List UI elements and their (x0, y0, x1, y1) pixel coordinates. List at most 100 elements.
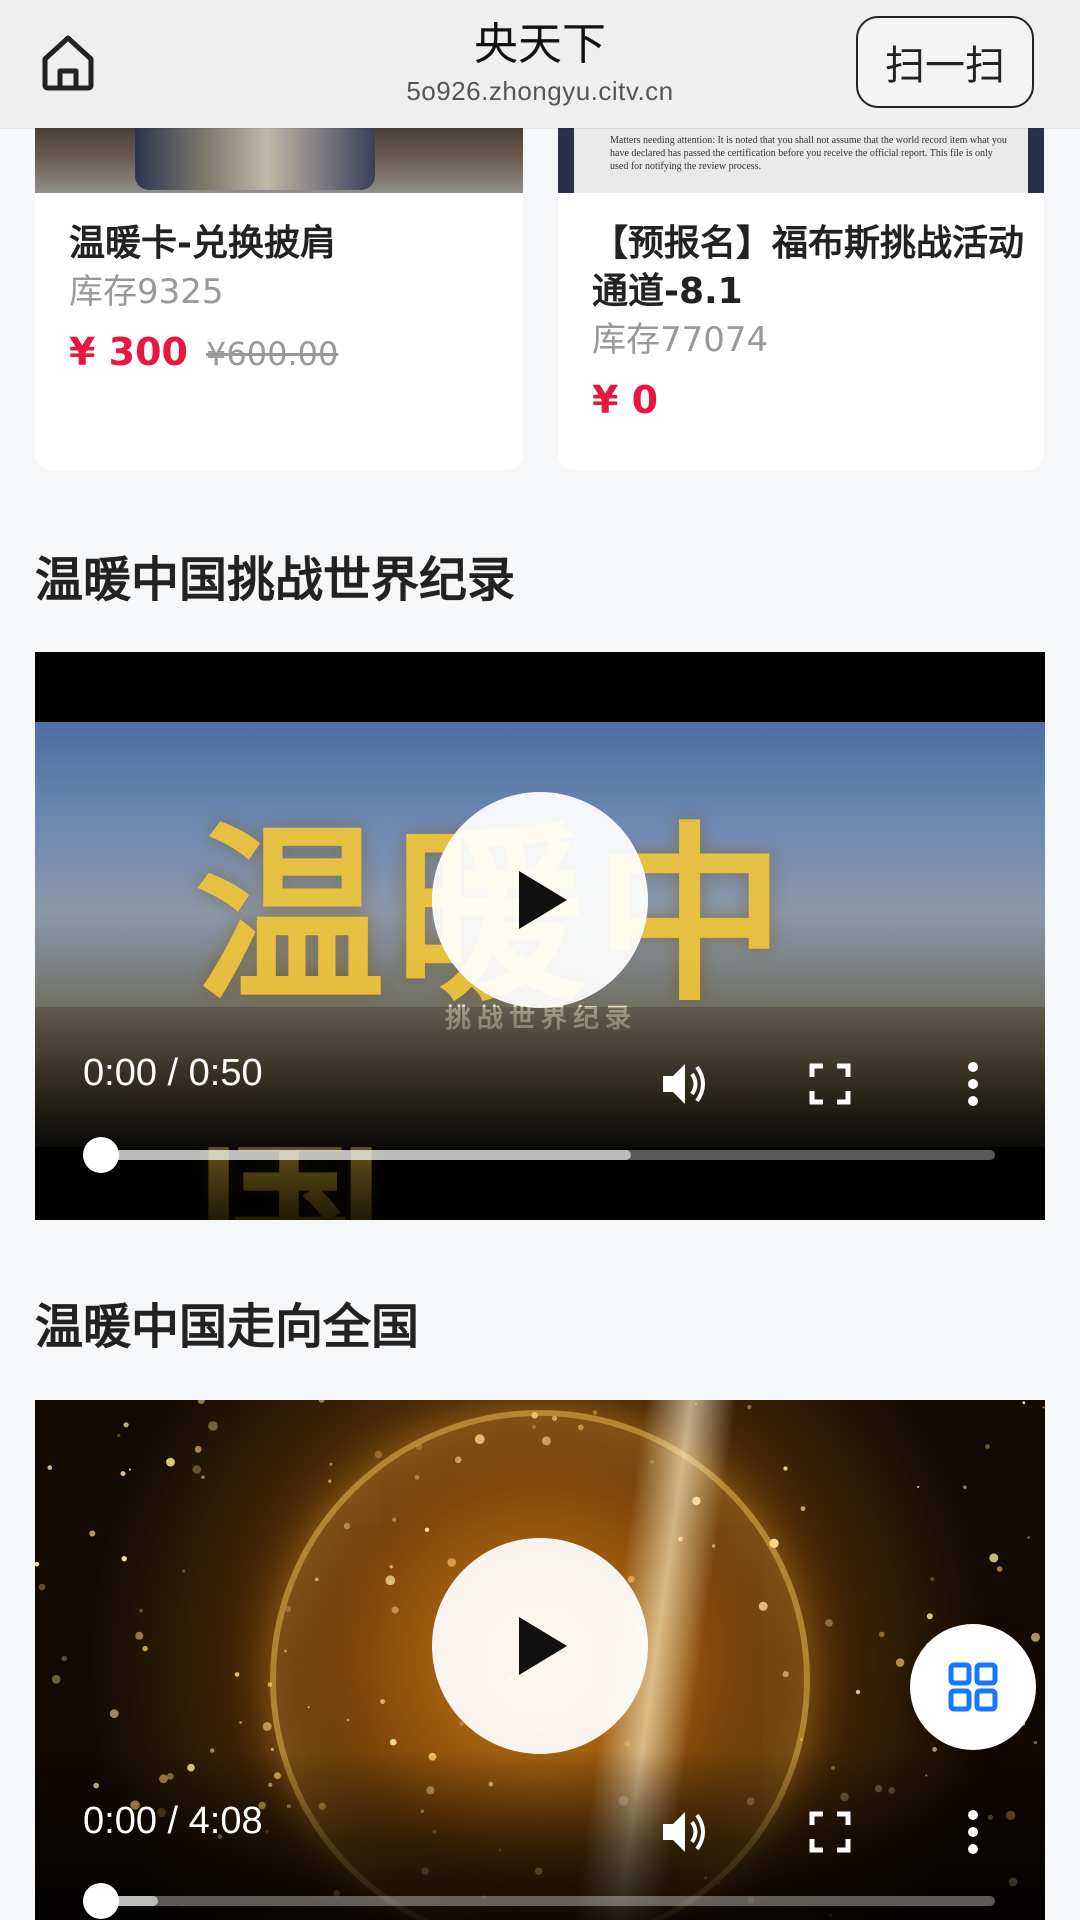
sparkle-dot (329, 1462, 333, 1466)
video-progress-bar[interactable] (83, 1137, 995, 1173)
sparkle-dot (989, 1553, 999, 1563)
header-title-group: 央天下 5o926.zhongyu.citv.cn (240, 16, 840, 108)
sparkle-dot (38, 1583, 46, 1591)
sparkle-dot (121, 1556, 127, 1562)
product-stock: 库存77074 (592, 320, 769, 360)
sparkle-dot (328, 1479, 332, 1483)
sparkle-dot (1031, 1632, 1040, 1642)
progress-thumb[interactable] (83, 1883, 119, 1919)
sparkle-dot (194, 1445, 202, 1453)
sparkle-dot (917, 1485, 920, 1488)
sparkle-dot (109, 1709, 119, 1718)
play-button[interactable] (432, 792, 648, 1008)
sparkle-dot (208, 1421, 218, 1431)
sparkle-dot (1022, 1401, 1026, 1405)
sparkle-dot (985, 1444, 990, 1449)
video-player[interactable]: 温暖中国 挑战世界纪录 0:00 / 0:50 (35, 652, 1045, 1220)
sparkle-dot (747, 1405, 752, 1409)
sparkle-dot (374, 1450, 383, 1459)
product-original-price: ¥600.00 (206, 335, 339, 373)
more-options-button[interactable] (943, 1802, 1003, 1862)
sparkle-dot (128, 1468, 131, 1471)
product-name: 【预报名】福布斯挑战活动通道-8.1 (592, 223, 1025, 312)
product-price: ¥ 0 (592, 378, 659, 422)
video-time: 0:00 / 4:08 (83, 1800, 263, 1842)
sparkle-dot (61, 1655, 67, 1662)
product-card[interactable]: Matters needing attention: It is noted t… (558, 128, 1044, 470)
sparkle-dot (239, 1721, 243, 1724)
sparkle-dot (234, 1672, 240, 1677)
sparkle-dot (197, 1400, 205, 1404)
sparkle-dot (1033, 1741, 1037, 1745)
sparkle-dot (123, 1422, 129, 1428)
sparkle-dot (142, 1645, 148, 1652)
play-icon (519, 1617, 567, 1675)
sparkle-dot (926, 1613, 933, 1620)
sparkle-dot (996, 1566, 1003, 1572)
sparkle-dot (51, 1675, 61, 1684)
product-info: 【预报名】福布斯挑战活动通道-8.1 库存77074 ¥ 0 (592, 220, 1024, 422)
sparkle-dot (89, 1530, 96, 1537)
play-icon (519, 871, 567, 929)
section-title: 温暖中国挑战世界纪录 (35, 552, 516, 608)
sparkle-dot (139, 1608, 143, 1613)
sparkle-dot (262, 1722, 272, 1731)
sparkle-dot (800, 1506, 806, 1511)
volume-button[interactable] (655, 1054, 715, 1114)
play-button[interactable] (432, 1538, 648, 1754)
sparkle-dot (117, 1433, 121, 1438)
price-row: ¥ 300 ¥600.00 (69, 330, 503, 374)
page-url: 5o926.zhongyu.citv.cn (406, 76, 674, 106)
volume-icon (663, 1812, 705, 1852)
sparkle-dot (930, 1577, 935, 1582)
more-vertical-icon (968, 1810, 978, 1854)
product-image (35, 128, 523, 193)
sparkle-dot (855, 1689, 861, 1695)
page-title: 央天下 (474, 19, 606, 70)
sparkle-dot (201, 1475, 205, 1479)
sparkle-dot (879, 1631, 885, 1638)
section-title: 温暖中国走向全国 (35, 1299, 420, 1355)
volume-icon (663, 1064, 705, 1104)
sparkle-dot (895, 1658, 905, 1667)
fullscreen-button[interactable] (800, 1054, 860, 1114)
sparkle-dot (120, 1471, 126, 1477)
home-button[interactable] (32, 26, 104, 98)
price-row: ¥ 0 (592, 378, 1024, 422)
scan-button[interactable]: 扫一扫 (856, 16, 1034, 108)
sparkle-dot (166, 1457, 175, 1467)
volume-button[interactable] (655, 1802, 715, 1862)
progress-thumb[interactable] (83, 1137, 119, 1173)
sparkle-dot (47, 1465, 53, 1470)
sparkle-dot (192, 1465, 202, 1474)
sparkle-dot (35, 1561, 40, 1567)
sparkle-dot (1027, 1536, 1030, 1539)
sparkle-dot (963, 1485, 967, 1489)
more-vertical-icon (968, 1062, 978, 1106)
progress-buffer (85, 1150, 631, 1160)
top-header: 央天下 5o926.zhongyu.citv.cn 扫一扫 (0, 0, 1080, 128)
sparkle-dot (783, 1466, 788, 1471)
more-options-button[interactable] (943, 1054, 1003, 1114)
floating-menu-button[interactable] (910, 1624, 1036, 1750)
video-time: 0:00 / 0:50 (83, 1052, 263, 1094)
video-player[interactable]: 0:00 / 4:08 (35, 1400, 1045, 1920)
video-progress-bar[interactable] (83, 1883, 995, 1919)
sparkle-dot (592, 1410, 598, 1415)
fullscreen-icon (809, 1063, 851, 1105)
fullscreen-icon (809, 1811, 851, 1853)
home-icon (42, 35, 94, 91)
product-price: ¥ 300 (69, 330, 188, 374)
sparkle-dot (318, 1400, 325, 1403)
grid-icon (948, 1662, 998, 1712)
sparkle-dot (182, 1569, 186, 1573)
product-name: 温暖卡-兑换披肩 (69, 223, 336, 264)
product-image: Matters needing attention: It is noted t… (558, 128, 1044, 193)
sparkle-dot (135, 1631, 144, 1640)
product-stock: 库存9325 (69, 272, 224, 312)
product-card[interactable]: 温暖卡-兑换披肩 库存9325 ¥ 300 ¥600.00 (35, 128, 523, 470)
sparkle-dot (1042, 1406, 1045, 1409)
product-image-text: Matters needing attention: It is noted t… (610, 135, 1007, 172)
sparkle-dot (825, 1619, 833, 1627)
fullscreen-button[interactable] (800, 1802, 860, 1862)
